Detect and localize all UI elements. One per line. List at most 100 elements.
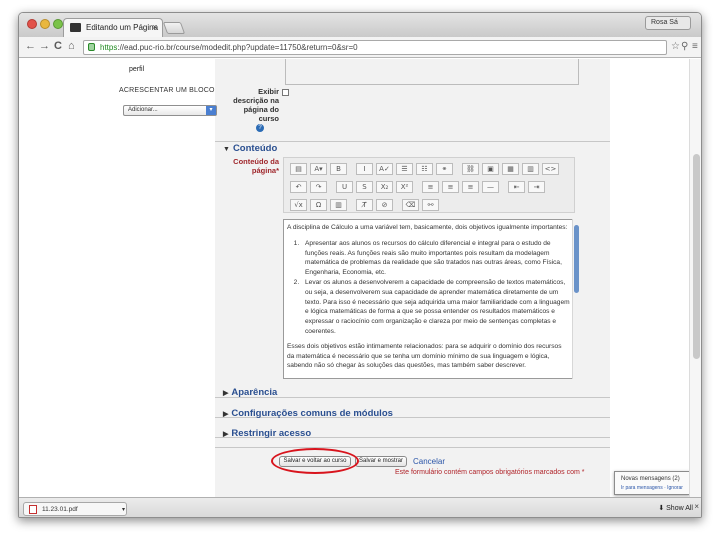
toast-title: Novas mensagens (2): [621, 476, 680, 482]
section-config-title: Configurações comuns de módulos: [231, 408, 393, 419]
close-window-light[interactable]: [27, 19, 37, 29]
address-bar[interactable]: https://ead.puc-rio.br/course/modedit.ph…: [83, 40, 667, 55]
browser-window: Editando um Página × Rosa Sá ← → C ⌂ htt…: [18, 12, 702, 518]
close-downloads-icon[interactable]: ×: [694, 502, 699, 511]
back-arrow-icon[interactable]: ←: [25, 40, 36, 52]
downloads-bar: 11.23.01.pdf ▾ ⬇ Show All ×: [19, 497, 701, 517]
editor-toolbar-button[interactable]: ⊘: [376, 199, 393, 211]
zoom-window-light[interactable]: [53, 19, 63, 29]
editor-toolbar-button[interactable]: ↶: [290, 181, 307, 193]
lock-icon: [88, 43, 95, 51]
triangle-right-icon: ▶: [223, 390, 229, 397]
chevron-down-icon: ▾: [206, 106, 216, 115]
editor-toolbar-button[interactable]: T̸: [356, 199, 373, 211]
triangle-down-icon: ▼: [223, 146, 230, 153]
section-restringir-title: Restringir acesso: [231, 428, 312, 439]
url-path: ://ead.puc-rio.br/course/modedit.php?upd…: [117, 43, 358, 52]
section-restringir-toggle[interactable]: ▶ Restringir acesso: [223, 428, 311, 439]
section-conteudo-title: Conteúdo: [232, 143, 278, 154]
add-block-select[interactable]: Adicionar... ▾: [123, 105, 217, 116]
editor-toolbar-button[interactable]: ⌫: [402, 199, 419, 211]
section-config-toggle[interactable]: ▶ Configurações comuns de módulos: [223, 408, 393, 419]
editor-objectives-list: Apresentar aos alunos os recursos do cál…: [301, 239, 570, 337]
list-item: Levar os alunos a desenvolverem a capaci…: [301, 278, 570, 337]
page-scrollbar[interactable]: [689, 59, 701, 497]
section-aparencia-toggle[interactable]: ▶ Aparência: [223, 387, 277, 398]
editor-toolbar-button[interactable]: S: [356, 181, 373, 193]
help-icon[interactable]: ?: [256, 124, 264, 132]
triangle-right-icon: ▶: [223, 411, 229, 418]
editor-toolbar-button[interactable]: I: [356, 163, 373, 175]
editor-toolbar-button[interactable]: ▤: [290, 163, 307, 175]
editor-toolbar-button[interactable]: ≡: [462, 181, 479, 193]
required-fields-note: Este formulário contém campos obrigatóri…: [395, 469, 585, 476]
description-textarea[interactable]: [285, 59, 579, 85]
sidebar-perfil-link[interactable]: perfil: [129, 66, 144, 73]
download-arrow-icon: ⬇: [658, 505, 665, 512]
editor-toolbar-button[interactable]: —: [482, 181, 499, 193]
editor-scrollbar-thumb[interactable]: [574, 225, 579, 293]
tab-title: Editando um Página: [86, 23, 159, 32]
bookmark-star-icon[interactable]: ☆: [671, 41, 680, 52]
editor-toolbar-button[interactable]: ⇤: [508, 181, 525, 193]
forward-arrow-icon[interactable]: →: [39, 40, 50, 52]
home-icon[interactable]: ⌂: [68, 40, 75, 52]
editor-toolbar-button[interactable]: ▣: [482, 163, 499, 175]
new-tab-button[interactable]: [162, 22, 186, 34]
toast-links[interactable]: Ir para mensagens · Ignorar: [621, 484, 689, 493]
cancel-link[interactable]: Cancelar: [413, 457, 445, 466]
add-block-select-value: Adicionar...: [128, 107, 158, 113]
download-item[interactable]: 11.23.01.pdf ▾: [23, 502, 127, 516]
page-scrollbar-thumb[interactable]: [693, 154, 700, 359]
editor-toolbar-button[interactable]: ▦: [502, 163, 519, 175]
show-description-checkbox[interactable]: [282, 89, 289, 96]
editor-toolbar-button[interactable]: ≡: [442, 181, 459, 193]
editor-toolbar-button[interactable]: <>: [542, 163, 559, 175]
download-filename: 11.23.01.pdf: [42, 506, 78, 513]
editor-outro-text: Esses dois objetivos estão intimamente r…: [287, 342, 562, 370]
browser-toolbar: ← → C ⌂ https://ead.puc-rio.br/course/mo…: [19, 37, 701, 58]
menu-icon[interactable]: ≡: [692, 41, 698, 52]
editor-toolbar-button[interactable]: Ω: [310, 199, 327, 211]
editor-toolbar-button[interactable]: ▥: [330, 199, 347, 211]
editor-toolbar-button[interactable]: ☷: [416, 163, 433, 175]
editor-toolbar-button[interactable]: A▾: [310, 163, 327, 175]
reload-icon[interactable]: C: [54, 40, 62, 52]
section-divider: [215, 447, 610, 448]
url-scheme: https: [100, 43, 118, 52]
editor-toolbar-button[interactable]: ⚭: [436, 163, 453, 175]
page-content-editor[interactable]: A disciplina de Cálculo a uma variável t…: [283, 219, 581, 379]
new-messages-popup[interactable]: Novas mensagens (2) Ir para mensagens · …: [614, 471, 689, 495]
editor-toolbar-button[interactable]: A✓: [376, 163, 393, 175]
page-content-label: Conteúdo da página*: [233, 157, 279, 175]
editor-toolbar-button[interactable]: ↷: [310, 181, 327, 193]
profile-button[interactable]: Rosa Sá: [645, 16, 691, 30]
list-item: Apresentar aos alunos os recursos do cál…: [301, 239, 570, 278]
editor-toolbar-button[interactable]: ≡: [422, 181, 439, 193]
page-content: perfil ACRESCENTAR UM BLOCO Adicionar...…: [19, 59, 689, 497]
tab-close-icon[interactable]: ×: [152, 22, 157, 32]
editor-toolbar-button[interactable]: ☰: [396, 163, 413, 175]
editor-toolbar-button[interactable]: B: [330, 163, 347, 175]
minimize-window-light[interactable]: [40, 19, 50, 29]
triangle-right-icon: ▶: [223, 431, 229, 438]
chevron-down-icon[interactable]: ▾: [122, 506, 125, 513]
editor-toolbar-button[interactable]: X²: [396, 181, 413, 193]
add-block-heading: ACRESCENTAR UM BLOCO: [119, 87, 215, 94]
show-description-label: Exibir descrição na página do curso: [233, 87, 279, 123]
editor-toolbar-button[interactable]: √x: [290, 199, 307, 211]
editor-toolbar-button[interactable]: X₂: [376, 181, 393, 193]
editor-toolbar-button[interactable]: ⇥: [528, 181, 545, 193]
search-icon[interactable]: ⚲: [681, 41, 688, 52]
editor-toolbar-button[interactable]: U: [336, 181, 353, 193]
editor-toolbar-button[interactable]: ⛓: [462, 163, 479, 175]
pdf-file-icon: [29, 505, 37, 514]
editor-toolbar-button[interactable]: ▥: [522, 163, 539, 175]
tab-editing-page[interactable]: Editando um Página ×: [63, 18, 163, 37]
editor-toolbar-button[interactable]: ⚯: [422, 199, 439, 211]
section-conteudo-toggle[interactable]: ▼ Conteúdo: [223, 143, 277, 154]
section-aparencia-title: Aparência: [231, 387, 278, 398]
show-all-label: Show All: [666, 505, 693, 512]
show-all-downloads-button[interactable]: ⬇ Show All: [658, 503, 693, 515]
save-and-show-button[interactable]: Salvar e mostrar: [355, 456, 407, 467]
